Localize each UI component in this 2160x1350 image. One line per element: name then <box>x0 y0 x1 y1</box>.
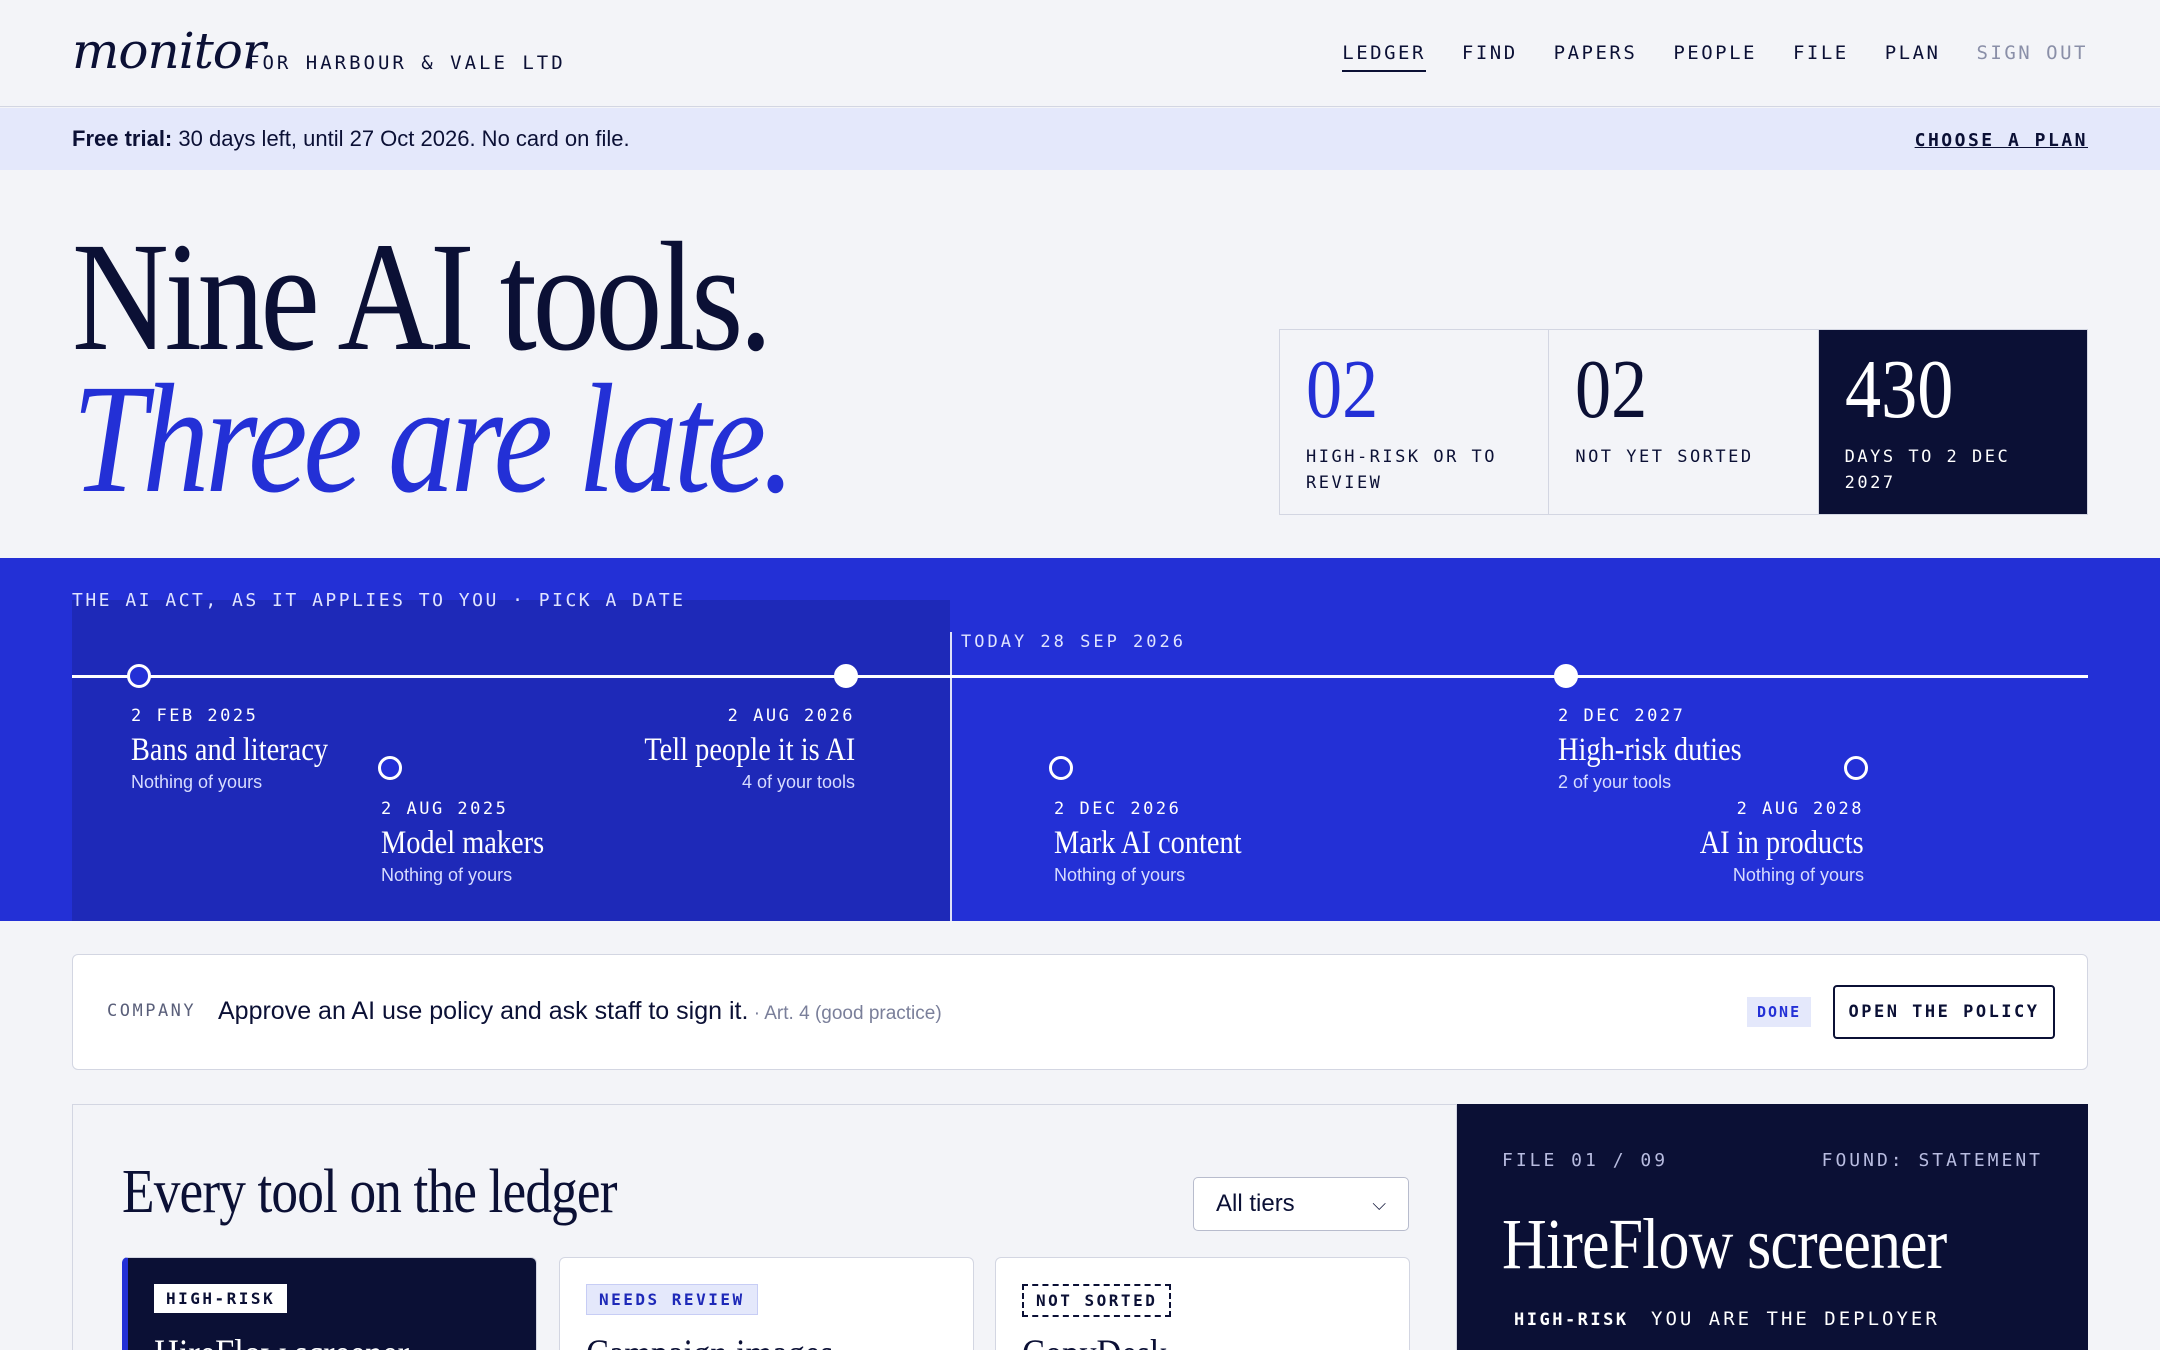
milestone-date: 2 DEC 2027 <box>1558 706 1686 726</box>
top-header: monitor FOR HARBOUR & VALE LTD LEDGER FI… <box>0 0 2160 107</box>
nav-ledger[interactable]: LEDGER <box>1342 42 1426 72</box>
trial-message: Free trial: 30 days left, until 27 Oct 2… <box>72 126 630 152</box>
trial-label: Free trial: <box>72 126 173 151</box>
tool-card-copydesk[interactable]: NOT SORTED CopyDesk <box>995 1257 1410 1350</box>
milestone-bans-literacy[interactable]: 2 FEB 2025 Bans and literacy Nothing of … <box>131 706 360 793</box>
hero-subheadline: Three are late. <box>72 352 795 525</box>
milestone-title: Model makers <box>381 825 545 861</box>
milestone-high-risk-duties[interactable]: 2 DEC 2027 High-risk duties 2 of your to… <box>1558 706 1772 793</box>
brand-logo[interactable]: monitor <box>72 22 266 80</box>
company-name: FOR HARBOUR & VALE LTD <box>248 52 566 74</box>
ledger-title: Every tool on the ledger <box>122 1158 617 1226</box>
timeline-title: THE AI ACT, AS IT APPLIES TO YOU · PICK … <box>72 590 686 611</box>
open-policy-button[interactable]: OPEN THE POLICY <box>1833 985 2055 1039</box>
milestone-dot-1[interactable] <box>127 664 151 688</box>
stats-panel: 02 HIGH-RISK OR TO REVIEW 02 NOT YET SOR… <box>1279 329 2088 515</box>
milestone-dot-3[interactable] <box>834 664 858 688</box>
company-task-row: COMPANY Approve an AI use policy and ask… <box>72 954 2088 1070</box>
today-marker <box>950 632 952 921</box>
nav-papers[interactable]: PAPERS <box>1554 42 1638 72</box>
stat-label: HIGH-RISK OR TO REVIEW <box>1306 447 1498 493</box>
file-detail-panel: FILE 01 / 09 FOUND: STATEMENT HireFlow s… <box>1457 1104 2088 1350</box>
nav-people[interactable]: PEOPLE <box>1673 42 1757 72</box>
milestone-dot-2[interactable] <box>378 756 402 780</box>
file-number: FILE 01 / 09 <box>1502 1150 1669 1171</box>
milestone-title: Tell people it is AI <box>644 732 855 768</box>
today-label: TODAY 28 SEP 2026 <box>961 632 1186 652</box>
trial-banner: Free trial: 30 days left, until 27 Oct 2… <box>0 108 2160 170</box>
milestone-impact: 2 of your tools <box>1558 772 1672 792</box>
milestone-impact: Nothing of yours <box>1054 865 1186 885</box>
tool-card-hireflow[interactable]: HIGH-RISK HireFlow screener <box>122 1257 537 1350</box>
file-role: YOU ARE THE DEPLOYER <box>1651 1308 1940 1330</box>
tier-filter-value: All tiers <box>1216 1190 1295 1217</box>
stat-label: DAYS TO 2 DEC 2027 <box>1844 447 2011 493</box>
stat-value: 02 <box>1575 343 1648 436</box>
task-description: Approve an AI use policy and ask staff t… <box>218 997 942 1026</box>
stat-days-left[interactable]: 430 DAYS TO 2 DEC 2027 <box>1818 330 2087 514</box>
milestone-date: 2 AUG 2025 <box>381 799 509 819</box>
nav-sign-out[interactable]: SIGN OUT <box>1976 42 2088 72</box>
file-tier-badge: HIGH-RISK <box>1502 1304 1641 1336</box>
tool-ledger: Every tool on the ledger All tiers ⌵ HIG… <box>72 1104 1457 1350</box>
milestone-impact: Nothing of yours <box>381 865 513 885</box>
nav-plan[interactable]: PLAN <box>1885 42 1941 72</box>
stat-value: 430 <box>1844 343 1954 436</box>
milestone-tell-people[interactable]: 2 AUG 2026 Tell people it is AI 4 of you… <box>610 706 855 793</box>
file-found-source: FOUND: STATEMENT <box>1821 1150 2043 1171</box>
timeline-axis <box>72 675 2088 678</box>
tier-badge: NEEDS REVIEW <box>586 1284 758 1315</box>
task-category: COMPANY <box>107 1001 197 1021</box>
stat-value: 02 <box>1306 343 1379 436</box>
milestone-impact: 4 of your tools <box>741 772 855 792</box>
tier-filter-select[interactable]: All tiers ⌵ <box>1193 1177 1409 1231</box>
milestone-model-makers[interactable]: 2 AUG 2025 Model makers Nothing of yours <box>381 799 571 886</box>
milestone-title: Mark AI content <box>1054 825 1242 861</box>
milestone-dot-6[interactable] <box>1844 756 1868 780</box>
milestone-dot-4[interactable] <box>1049 756 1073 780</box>
ai-act-timeline: THE AI ACT, AS IT APPLIES TO YOU · PICK … <box>0 558 2160 921</box>
milestone-mark-content[interactable]: 2 DEC 2026 Mark AI content Nothing of yo… <box>1054 799 1272 886</box>
trial-detail: 30 days left, until 27 Oct 2026. No card… <box>178 126 630 151</box>
stat-high-risk[interactable]: 02 HIGH-RISK OR TO REVIEW <box>1280 330 1550 514</box>
nav-find[interactable]: FIND <box>1462 42 1518 72</box>
main-nav: LEDGER FIND PAPERS PEOPLE FILE PLAN SIGN… <box>1342 42 2088 72</box>
file-title: HireFlow screener <box>1502 1204 1947 1284</box>
tool-card-campaign-images[interactable]: NEEDS REVIEW Campaign images <box>559 1257 974 1350</box>
milestone-title: Bans and literacy <box>131 732 329 768</box>
milestone-dot-5[interactable] <box>1554 664 1578 688</box>
tool-name: CopyDesk <box>1022 1330 1167 1350</box>
milestone-date: 2 FEB 2025 <box>131 706 259 726</box>
status-badge: DONE <box>1747 997 1812 1027</box>
tier-badge: NOT SORTED <box>1022 1284 1172 1317</box>
milestone-date: 2 AUG 2026 <box>727 706 855 726</box>
milestone-title: High-risk duties <box>1558 732 1742 768</box>
milestone-title: AI in products <box>1700 825 1864 861</box>
milestone-impact: Nothing of yours <box>1732 865 1864 885</box>
chevron-down-icon: ⌵ <box>1372 1193 1386 1214</box>
nav-file[interactable]: FILE <box>1793 42 1849 72</box>
milestone-impact: Nothing of yours <box>131 772 263 792</box>
stat-label: NOT YET SORTED <box>1575 447 1754 467</box>
tool-name: Campaign images <box>586 1330 833 1350</box>
milestone-date: 2 DEC 2026 <box>1054 799 1182 819</box>
task-text: Approve an AI use policy and ask staff t… <box>218 997 749 1025</box>
task-article-note: · Art. 4 (good practice) <box>748 1003 942 1024</box>
tool-name: HireFlow screener <box>154 1330 409 1350</box>
stat-not-sorted[interactable]: 02 NOT YET SORTED <box>1549 330 1819 514</box>
hero-headline: Nine AI tools. <box>72 210 773 383</box>
tier-badge: HIGH-RISK <box>154 1284 288 1313</box>
milestone-date: 2 AUG 2028 <box>1736 799 1864 819</box>
milestone-ai-products[interactable]: 2 AUG 2028 AI in products Nothing of you… <box>1673 799 1864 886</box>
choose-plan-link[interactable]: CHOOSE A PLAN <box>1915 130 2088 151</box>
